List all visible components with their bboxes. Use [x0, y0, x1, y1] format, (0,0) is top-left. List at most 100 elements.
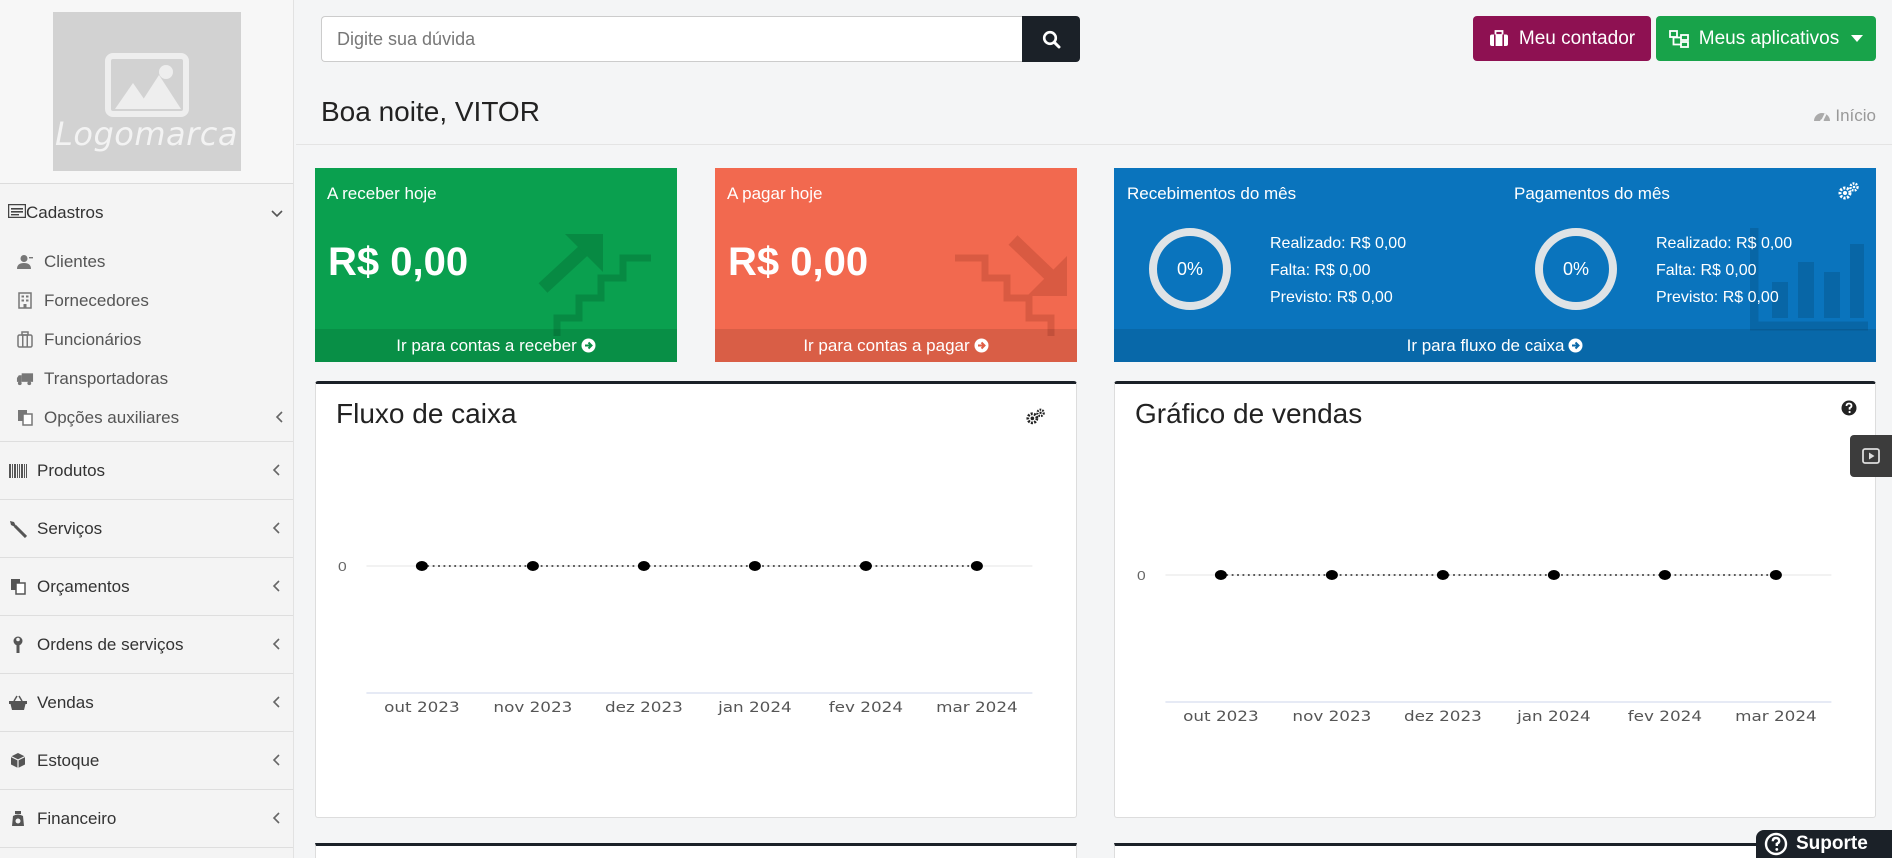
image-placeholder-icon	[104, 52, 189, 117]
a-receber-title: A receber hoje	[327, 184, 437, 203]
sidebar-item-ordens-de-servicos[interactable]: Ordens de serviços	[0, 616, 293, 674]
pagamentos-do-mes-title: Pagamentos do mês	[1514, 184, 1670, 203]
video-tutorial-tab[interactable]	[1850, 435, 1892, 477]
cadastros-submenu: Clientes Fornecedores Funcionários Trans…	[0, 242, 293, 442]
sidebar-item-vendas[interactable]: Vendas	[0, 674, 293, 732]
sidebar-item-label: Serviços	[37, 518, 103, 538]
sidebar-item-label: Fornecedores	[44, 290, 149, 310]
data-point	[415, 561, 428, 571]
arrow-circle-right-icon	[1568, 338, 1583, 353]
basket-icon	[8, 693, 28, 713]
search-button[interactable]	[1022, 16, 1080, 62]
data-point	[859, 561, 872, 571]
gears-icon	[1838, 182, 1859, 200]
sidebar-item-label: Orçamentos	[37, 576, 130, 596]
x-tick-label: nov 2023	[1292, 708, 1371, 724]
search-input[interactable]	[321, 16, 1022, 62]
briefcase-icon	[1489, 30, 1508, 46]
sidebar-item-label: Vendas	[37, 692, 94, 712]
sidebar-item-cadastros[interactable]: Cadastros	[0, 184, 293, 242]
x-tick-label: fev 2024	[829, 699, 903, 715]
fluxo-de-caixa-link-label: Ir para fluxo de caixa	[1406, 335, 1565, 355]
contas-a-receber-link[interactable]: Ir para contas a receber	[315, 329, 677, 362]
x-tick-label: mar 2024	[936, 699, 1018, 715]
x-tick-label: nov 2023	[493, 699, 572, 715]
sidebar-item-transportadoras[interactable]: Transportadoras	[0, 359, 293, 398]
sidebar-item-label: Funcionários	[44, 329, 142, 349]
recebimentos-do-mes-title: Recebimentos do mês	[1127, 184, 1297, 203]
play-square-icon	[1862, 448, 1880, 464]
data-point	[970, 561, 983, 571]
chevron-left-icon	[269, 753, 283, 769]
copy-icon	[8, 577, 28, 597]
x-tick-label: jan 2024	[1516, 708, 1591, 724]
x-tick-label: jan 2024	[717, 699, 792, 715]
breadcrumb-item-inicio: Início	[1835, 106, 1876, 125]
data-point	[1214, 570, 1227, 580]
x-tick-label: out 2023	[1183, 708, 1259, 724]
meu-contador-label: Meu contador	[1518, 27, 1636, 49]
data-point	[526, 561, 539, 571]
y-tick-label: 0	[338, 560, 347, 574]
data-point	[1658, 570, 1671, 580]
sidebar-item-label: Transportadoras	[44, 368, 169, 388]
cube-icon	[8, 751, 28, 771]
sidebar-item-opcoes-auxiliares[interactable]: Opções auxiliares	[0, 398, 293, 437]
page-title: Boa noite, VITOR	[321, 96, 540, 127]
pagamentos-falta: Falta: R$ 0,00	[1656, 262, 1757, 279]
contas-a-pagar-link-label: Ir para contas a pagar	[803, 335, 970, 355]
sitemap-icon	[1668, 29, 1689, 48]
caret-down-icon	[1851, 35, 1864, 42]
meus-aplicativos-label: Meus aplicativos	[1698, 27, 1840, 49]
meus-aplicativos-button[interactable]: Meus aplicativos	[1656, 16, 1876, 61]
chevron-left-icon	[269, 579, 283, 595]
sidebar-item-servicos[interactable]: Serviços	[0, 500, 293, 558]
sidebar-item-orcamentos[interactable]: Orçamentos	[0, 558, 293, 616]
screwdriver-icon	[8, 519, 28, 539]
wrench-icon	[8, 635, 28, 655]
sidebar-item-label: Opções auxiliares	[44, 407, 180, 427]
fluxo-de-caixa-link[interactable]: Ir para fluxo de caixa	[1114, 329, 1876, 362]
fluxo-settings-button[interactable]	[1838, 182, 1860, 205]
list-icon	[7, 203, 27, 223]
recebimentos-falta: Falta: R$ 0,00	[1270, 262, 1371, 279]
contas-a-pagar-link[interactable]: Ir para contas a pagar	[715, 329, 1077, 362]
suporte-button[interactable]: Suporte	[1756, 830, 1892, 858]
x-tick-label: fev 2024	[1628, 708, 1702, 724]
header-divider	[296, 144, 1892, 145]
x-tick-label: dez 2023	[1404, 708, 1482, 724]
sidebar-item-label: Clientes	[44, 251, 106, 271]
sidebar-item-estoque[interactable]: Estoque	[0, 732, 293, 790]
recebimentos-progress-ring: 0%	[1149, 228, 1231, 310]
data-point	[748, 561, 761, 571]
chevron-left-icon	[269, 463, 283, 479]
chevron-down-icon	[271, 203, 283, 223]
x-tick-label: out 2023	[384, 699, 460, 715]
a-pagar-hoje-box: A pagar hoje R$ 0,00 Ir para contas a pa…	[715, 168, 1077, 362]
sidebar-item-produtos[interactable]: Produtos	[0, 442, 293, 500]
stairs-down-icon	[955, 235, 1067, 336]
search-bar	[321, 16, 1080, 62]
sidebar-item-label: Ordens de serviços	[37, 634, 184, 654]
sidebar-item-funcionarios[interactable]: Funcionários	[0, 320, 293, 359]
data-point	[637, 561, 650, 571]
sidebar-item-label: Financeiro	[37, 808, 117, 828]
logo-area: Logomarca	[0, 0, 293, 184]
breadcrumb[interactable]: Início	[1813, 106, 1876, 126]
sidebar: Logomarca Cadastros Clientes Fornecedore…	[0, 0, 294, 858]
logo[interactable]: Logomarca	[52, 12, 241, 171]
sidebar-item-fornecedores[interactable]: Fornecedores	[0, 281, 293, 320]
recebimentos-stats: Realizado: R$ 0,00 Falta: R$ 0,00 Previs…	[1270, 230, 1406, 311]
a-receber-amount: R$ 0,00	[328, 240, 469, 284]
recebimentos-previsto: Previsto: R$ 0,00	[1270, 289, 1393, 306]
sidebar-item-financeiro[interactable]: Financeiro	[0, 790, 293, 848]
chevron-left-icon	[269, 811, 283, 827]
truck-icon	[16, 370, 34, 388]
sidebar-item-clientes[interactable]: Clientes	[0, 242, 293, 281]
data-point	[1436, 570, 1449, 580]
meu-contador-button[interactable]: Meu contador	[1473, 16, 1651, 61]
data-point	[1769, 570, 1782, 580]
question-circle-icon	[1764, 832, 1788, 856]
suporte-label: Suporte	[1796, 833, 1868, 854]
sidebar-item-label: Cadastros	[26, 203, 104, 222]
